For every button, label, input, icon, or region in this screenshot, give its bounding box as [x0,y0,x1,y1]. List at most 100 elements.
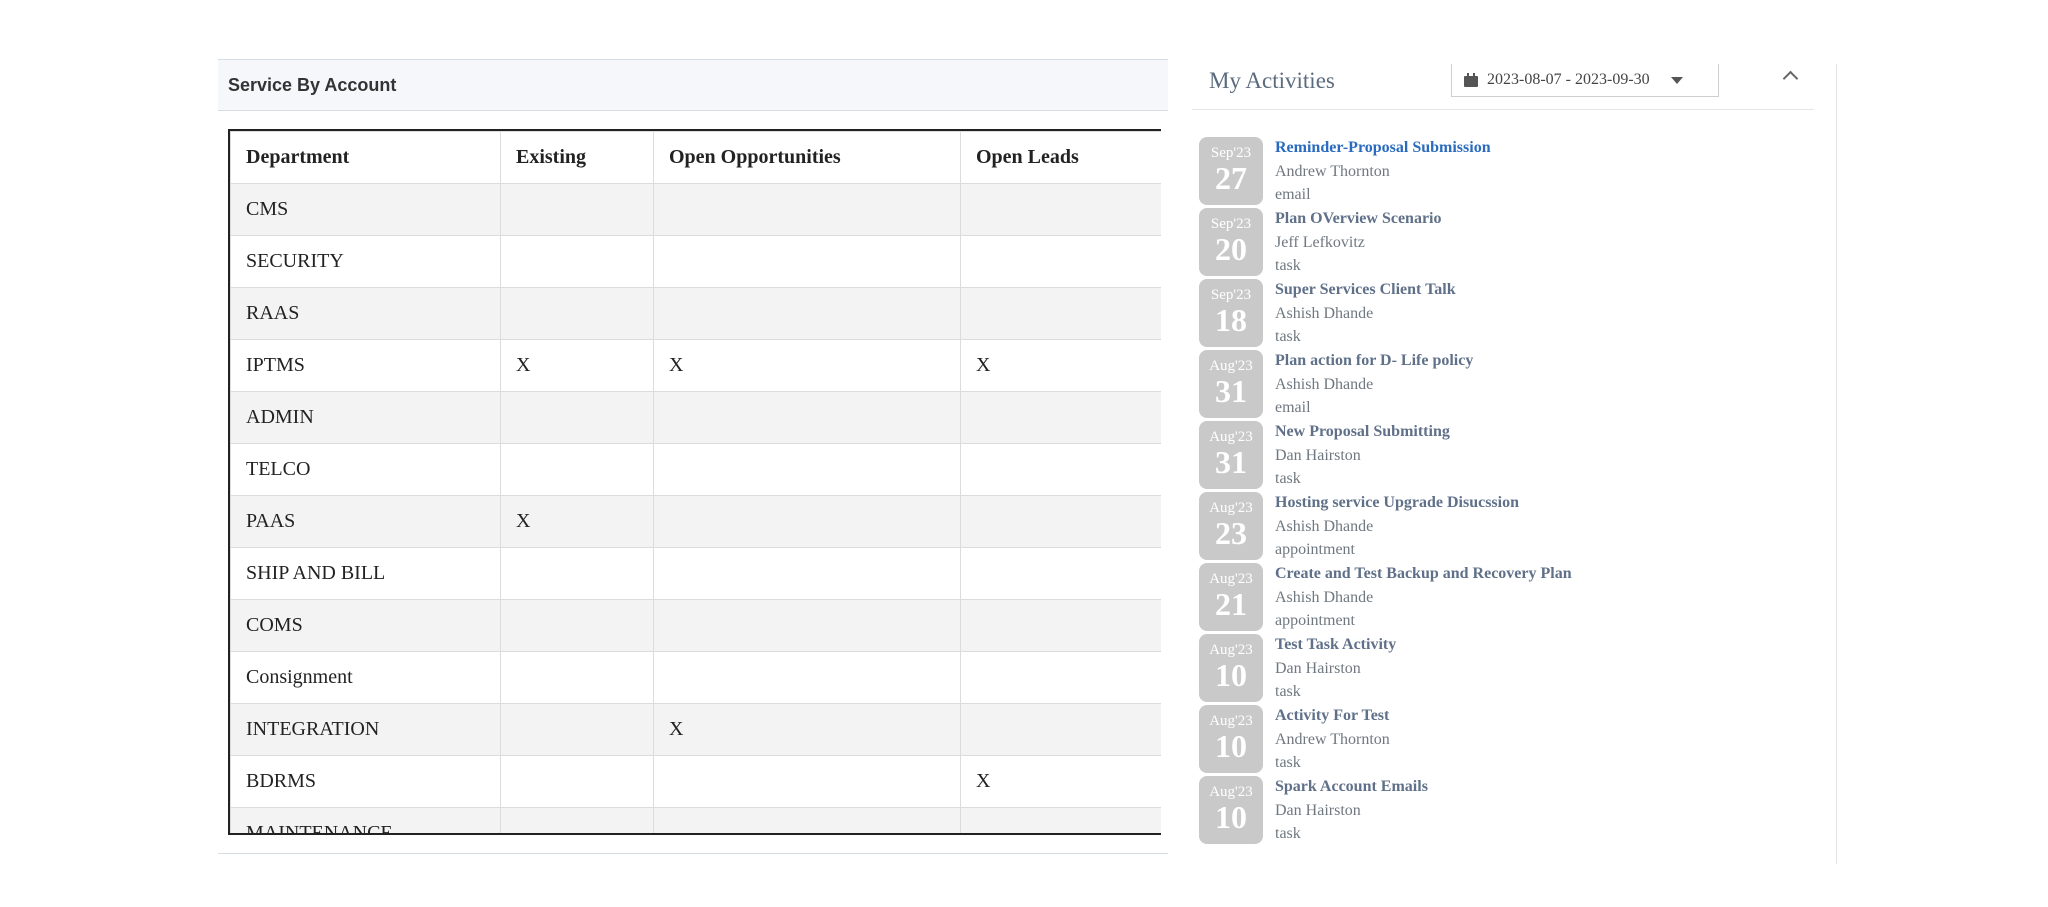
activity-person: Ashish Dhande [1275,589,1374,606]
badge-day: 10 [1215,657,1247,693]
badge-day: 23 [1215,515,1247,551]
service-table-container[interactable]: Department Existing Open Opportunities O… [228,129,1161,835]
caret-down-icon[interactable] [1670,76,1683,84]
badge-month: Aug'23 [1209,358,1253,374]
badge-month: Aug'23 [1209,642,1253,658]
activity-subject-link[interactable]: Reminder-Proposal Submission [1275,136,1491,160]
badge-day: 31 [1215,444,1247,480]
date-range-picker[interactable]: 2023-08-07 - 2023-09-30 [1451,64,1719,97]
badge-day: 10 [1215,728,1247,764]
department-cell: BDRMS [230,755,501,808]
table-row: MAINTENANCE [230,807,1161,833]
activity-person: Dan Hairston [1275,660,1361,677]
table-row: ADMIN [230,391,1161,444]
activities-header: My Activities 2023-08-07 - 2023-09-30 [1192,64,1814,110]
badge-day: 27 [1215,160,1247,196]
chevron-up-icon[interactable] [1781,68,1801,84]
activity-type: task [1275,470,1301,487]
open-leads-cell: X [960,339,1161,392]
table-header-row: Department Existing Open Opportunities O… [230,131,1161,184]
activity-details: New Proposal Submitting Dan Hairston task [1275,420,1450,490]
department-cell: MAINTENANCE [230,807,501,833]
activity-details: Super Services Client Talk Ashish Dhande t… [1275,278,1456,348]
existing-cell [500,287,654,340]
calendar-icon [1464,73,1478,87]
table-row: CMS [230,183,1161,236]
activity-person: Dan Hairston [1275,447,1361,464]
column-header-department[interactable]: Department [230,131,501,184]
badge-month: Aug'23 [1209,713,1253,729]
open-opportunities-cell [653,495,961,548]
activity-details: Plan OVerview Scenario Jeff Lefkovitz task [1275,207,1442,277]
column-header-open-leads[interactable]: Open Leads [960,131,1161,184]
open-opportunities-cell [653,443,961,496]
existing-cell [500,547,654,600]
existing-cell [500,235,654,288]
service-table-body: CMS SECURITY RAAS IPTMS X X X ADMIN TELCO PAAS X SH… [230,183,1161,833]
open-opportunities-cell [653,599,961,652]
badge-day: 20 [1215,231,1247,267]
open-leads-cell [960,807,1161,833]
activity-subject-link[interactable]: Plan OVerview Scenario [1275,207,1442,231]
table-row: Consignment [230,651,1161,704]
activity-details: Spark Account Emails Dan Hairston task [1275,775,1428,845]
department-cell: Consignment [230,651,501,704]
existing-cell [500,443,654,496]
list-item: Sep'23 27 Reminder-Proposal Submission Andr… [1193,136,1793,207]
department-cell: IPTMS [230,339,501,392]
service-by-account-panel: Service By Account Department Existing O… [218,59,1168,854]
activity-subject-link[interactable]: Spark Account Emails [1275,775,1428,799]
activity-details: Reminder-Proposal Submission Andrew Thorn… [1275,136,1491,206]
activity-subject-link[interactable]: Hosting service Upgrade Disucssion [1275,491,1519,515]
activity-subject-link[interactable]: New Proposal Submitting [1275,420,1450,444]
existing-cell [500,703,654,756]
date-badge: Aug'23 23 [1199,492,1263,560]
badge-month: Sep'23 [1210,287,1252,303]
department-cell: SECURITY [230,235,501,288]
open-opportunities-cell [653,287,961,340]
activity-person: Andrew Thornton [1275,163,1390,180]
list-item: Sep'23 20 Plan OVerview Scenario Jeff Lefko… [1193,207,1793,278]
department-cell: TELCO [230,443,501,496]
badge-month: Sep'23 [1210,145,1252,161]
department-cell: COMS [230,599,501,652]
table-row: RAAS [230,287,1161,340]
activity-details: Activity For Test Andrew Thornton task [1275,704,1390,774]
activity-person: Jeff Lefkovitz [1275,234,1365,251]
existing-cell: X [500,339,654,392]
existing-cell [500,183,654,236]
activity-type: appointment [1275,612,1355,629]
open-leads-cell [960,183,1161,236]
column-header-open-opportunities[interactable]: Open Opportunities [653,131,961,184]
table-row: PAAS X [230,495,1161,548]
badge-month: Aug'23 [1209,784,1253,800]
badge-month: Aug'23 [1209,500,1253,516]
activity-subject-link[interactable]: Plan action for D- Life policy [1275,349,1473,373]
column-header-existing[interactable]: Existing [500,131,654,184]
activity-person: Dan Hairston [1275,802,1361,819]
existing-cell [500,807,654,833]
activity-type: task [1275,825,1301,842]
open-leads-cell [960,235,1161,288]
activity-subject-link[interactable]: Create and Test Backup and Recovery Plan [1275,562,1572,586]
panel-title: My Activities [1209,68,1335,93]
activity-type: task [1275,754,1301,771]
activity-subject-link[interactable]: Test Task Activity [1275,633,1396,657]
open-leads-cell [960,495,1161,548]
activities-list: Sep'23 27 Reminder-Proposal Submission Andr… [1193,136,1793,846]
activity-subject-link[interactable]: Super Services Client Talk [1275,278,1456,302]
activity-subject-link[interactable]: Activity For Test [1275,704,1390,728]
department-cell: RAAS [230,287,501,340]
badge-day: 10 [1215,799,1247,835]
badge-day: 21 [1215,586,1247,622]
open-opportunities-cell: X [653,703,961,756]
open-opportunities-cell [653,755,961,808]
badge-month: Aug'23 [1209,571,1253,587]
department-cell: INTEGRATION [230,703,501,756]
list-item: Aug'23 23 Hosting service Upgrade Disucssi… [1193,491,1793,562]
service-table: Department Existing Open Opportunities O… [230,131,1161,833]
date-badge: Aug'23 21 [1199,563,1263,631]
activity-type: task [1275,328,1301,345]
department-cell: ADMIN [230,391,501,444]
table-row: BDRMS X [230,755,1161,808]
